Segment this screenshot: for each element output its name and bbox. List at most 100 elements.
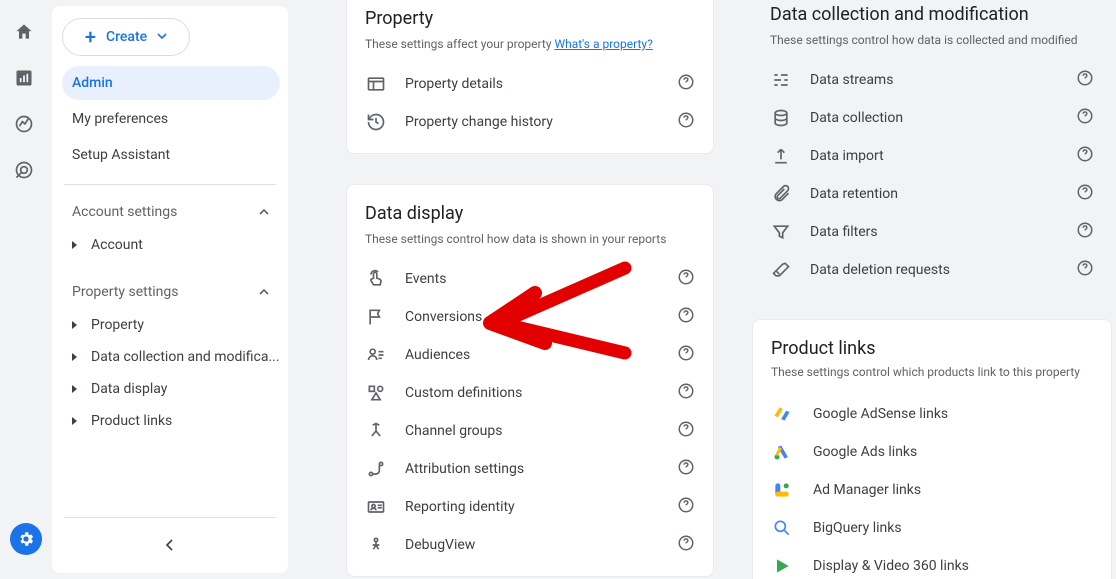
plus-icon: + xyxy=(85,27,96,47)
bigquery-icon xyxy=(771,518,793,538)
nav-list: Admin My preferences Setup Assistant xyxy=(52,66,288,174)
row-custom-definitions[interactable]: Custom definitions xyxy=(365,374,695,412)
card-subtitle: These settings affect your property What… xyxy=(365,35,695,65)
adsense-icon xyxy=(771,404,793,424)
help-icon[interactable] xyxy=(677,496,695,518)
flag-icon xyxy=(365,307,387,327)
create-button[interactable]: + Create xyxy=(62,18,190,56)
product-links-card: Product links These settings control whi… xyxy=(752,319,1112,579)
database-icon xyxy=(770,108,792,128)
card-layout-icon xyxy=(365,74,387,94)
row-data-collection[interactable]: Data collection xyxy=(770,99,1094,137)
caret-right-icon xyxy=(72,241,77,249)
create-label: Create xyxy=(106,29,147,45)
explore-icon[interactable] xyxy=(14,114,34,138)
ad-manager-icon xyxy=(771,480,793,500)
help-icon[interactable] xyxy=(677,534,695,556)
help-icon[interactable] xyxy=(677,420,695,442)
card-subtitle: These settings control which products li… xyxy=(771,365,1093,395)
id-card-icon xyxy=(365,497,387,517)
row-data-retention[interactable]: Data retention xyxy=(770,175,1094,213)
row-debugview[interactable]: DebugView xyxy=(365,526,695,564)
sidebar: + Create Admin My preferences Setup Assi… xyxy=(52,6,288,573)
data-display-card: Data display These settings control how … xyxy=(346,184,714,577)
help-icon[interactable] xyxy=(677,73,695,95)
nav-my-preferences[interactable]: My preferences xyxy=(62,102,280,136)
history-icon xyxy=(365,112,387,132)
row-bigquery-links[interactable]: BigQuery links xyxy=(771,509,1093,547)
advertising-icon[interactable] xyxy=(14,160,34,184)
row-reporting-identity[interactable]: Reporting identity xyxy=(365,488,695,526)
account-settings-header[interactable]: Account settings xyxy=(62,195,280,229)
admin-gear-button[interactable] xyxy=(10,523,42,555)
sidebar-item-data-display[interactable]: Data display xyxy=(62,373,280,405)
row-data-filters[interactable]: Data filters xyxy=(770,213,1094,251)
help-icon[interactable] xyxy=(1076,145,1094,167)
row-audiences[interactable]: Audiences xyxy=(365,336,695,374)
row-ad-manager-links[interactable]: Ad Manager links xyxy=(771,471,1093,509)
sidebar-item-product-links[interactable]: Product links xyxy=(62,405,280,437)
data-collection-card: Data collection and modification These s… xyxy=(752,0,1112,289)
card-title: Data collection and modification xyxy=(770,0,1094,31)
chevron-up-icon xyxy=(258,206,270,218)
whats-a-property-link[interactable]: What's a property? xyxy=(554,37,652,51)
caret-right-icon xyxy=(72,417,77,425)
audiences-icon xyxy=(365,345,387,365)
row-property-details[interactable]: Property details xyxy=(365,65,695,103)
property-card: Property These settings affect your prop… xyxy=(346,0,714,154)
help-icon[interactable] xyxy=(677,458,695,480)
filter-icon xyxy=(770,222,792,242)
debug-icon xyxy=(365,535,387,555)
caret-right-icon xyxy=(72,353,77,361)
nav-setup-assistant[interactable]: Setup Assistant xyxy=(62,138,280,172)
nav-admin[interactable]: Admin xyxy=(62,66,280,100)
help-icon[interactable] xyxy=(1076,107,1094,129)
card-title: Property xyxy=(365,2,695,35)
caret-right-icon xyxy=(72,321,77,329)
shapes-icon xyxy=(365,383,387,403)
help-icon[interactable] xyxy=(677,268,695,290)
card-title: Data display xyxy=(365,197,695,230)
icon-rail xyxy=(0,0,48,579)
caret-right-icon xyxy=(72,385,77,393)
help-icon[interactable] xyxy=(1076,221,1094,243)
row-google-ads-links[interactable]: Google Ads links xyxy=(771,433,1093,471)
card-subtitle: These settings control how data is shown… xyxy=(365,230,695,260)
streams-icon xyxy=(770,70,792,90)
row-data-deletion-requests[interactable]: Data deletion requests xyxy=(770,251,1094,289)
row-attribution-settings[interactable]: Attribution settings xyxy=(365,450,695,488)
help-icon[interactable] xyxy=(1076,69,1094,91)
property-settings-header[interactable]: Property settings xyxy=(62,275,280,309)
upload-icon xyxy=(770,146,792,166)
row-channel-groups[interactable]: Channel groups xyxy=(365,412,695,450)
row-data-streams[interactable]: Data streams xyxy=(770,61,1094,99)
sidebar-item-data-collection[interactable]: Data collection and modifica... xyxy=(62,341,280,373)
help-icon[interactable] xyxy=(677,111,695,133)
row-conversions[interactable]: Conversions xyxy=(365,298,695,336)
help-icon[interactable] xyxy=(677,382,695,404)
help-icon[interactable] xyxy=(1076,183,1094,205)
card-subtitle: These settings control how data is colle… xyxy=(770,31,1094,61)
content-area: Property These settings affect your prop… xyxy=(300,0,1116,579)
home-icon[interactable] xyxy=(14,22,34,46)
google-ads-icon xyxy=(771,442,793,462)
collapse-sidebar-button[interactable] xyxy=(162,537,178,557)
help-icon[interactable] xyxy=(1076,259,1094,281)
row-adsense-links[interactable]: Google AdSense links xyxy=(771,395,1093,433)
divider xyxy=(64,517,276,518)
row-property-change-history[interactable]: Property change history xyxy=(365,103,695,141)
attachment-icon xyxy=(770,184,792,204)
row-data-import[interactable]: Data import xyxy=(770,137,1094,175)
dv360-icon xyxy=(771,556,793,576)
sidebar-item-property[interactable]: Property xyxy=(62,309,280,341)
divider xyxy=(64,184,276,185)
merge-icon xyxy=(365,421,387,441)
reports-icon[interactable] xyxy=(14,68,34,92)
row-events[interactable]: Events xyxy=(365,260,695,298)
touch-icon xyxy=(365,269,387,289)
help-icon[interactable] xyxy=(677,344,695,366)
sidebar-item-account[interactable]: Account xyxy=(62,229,280,261)
help-icon[interactable] xyxy=(677,306,695,328)
row-dv360-links[interactable]: Display & Video 360 links xyxy=(771,547,1093,579)
dropdown-caret-icon xyxy=(157,29,167,45)
